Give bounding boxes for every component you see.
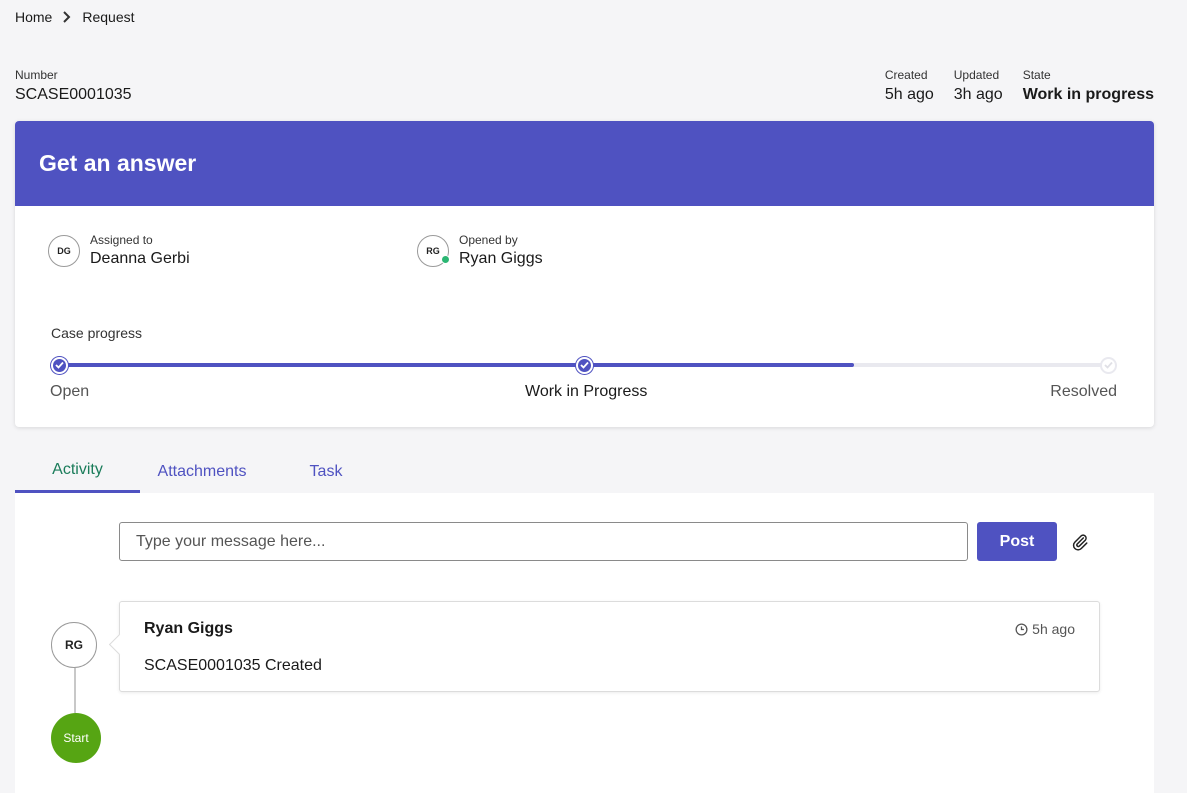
online-status-icon (441, 254, 450, 264)
timeline-start-marker: Start (51, 713, 101, 763)
assigned-label: Assigned to (90, 233, 153, 247)
timeline-connector (74, 668, 76, 713)
created-block: Created 5h ago (885, 68, 934, 104)
tab-task[interactable]: Task (264, 450, 388, 493)
case-card: Get an answer DG Assigned to Deanna Gerb… (15, 121, 1154, 427)
created-value: 5h ago (884, 86, 934, 103)
activity-entry: Ryan Giggs 5h ago SCASE0001035 Created (119, 601, 1100, 692)
entry-text: SCASE0001035 Created (144, 657, 322, 674)
updated-value: 3h ago (953, 86, 1003, 103)
state-block: State Work in progress (1023, 68, 1154, 104)
case-number-label: Number (15, 68, 58, 82)
created-label: Created (884, 68, 928, 82)
case-card-header: Get an answer (15, 121, 1154, 206)
avatar: RG (51, 622, 97, 668)
opened-by: RG Opened by Ryan Giggs (417, 233, 543, 268)
step-open-check-icon (51, 356, 68, 374)
assigned-name: Deanna Gerbi (90, 250, 190, 267)
case-number: SCASE0001035 (15, 86, 132, 103)
paperclip-icon[interactable] (1069, 531, 1091, 553)
case-title: Get an answer (39, 150, 197, 176)
step-resolved-check-icon (1100, 356, 1117, 374)
step-wip-check-icon (576, 356, 593, 374)
breadcrumb-home-link[interactable]: Home (15, 9, 52, 25)
clock-icon (1015, 622, 1028, 636)
tab-attachments[interactable]: Attachments (140, 450, 264, 493)
assigned-to: DG Assigned to Deanna Gerbi (48, 233, 190, 268)
step-resolved-label: Resolved (1050, 383, 1117, 400)
step-wip-label: Work in Progress (525, 383, 648, 400)
tab-bar: Activity Attachments Task (15, 450, 388, 493)
step-open-label: Open (50, 383, 90, 400)
avatar-initials: RG (426, 245, 440, 256)
updated-label: Updated (953, 68, 1000, 82)
entry-time: 5h ago (1015, 621, 1075, 637)
state-label: State (1022, 68, 1051, 82)
chevron-right-icon (52, 8, 82, 26)
opened-label: Opened by (459, 233, 518, 247)
avatar-initials: DG (57, 245, 71, 256)
opened-name: Ryan Giggs (459, 250, 543, 267)
case-meta: Created 5h ago Updated 3h ago State Work… (885, 68, 1154, 104)
tab-activity[interactable]: Activity (15, 450, 140, 493)
avatar: DG (48, 234, 80, 267)
case-progress-title: Case progress (51, 325, 143, 341)
state-value: Work in progress (1022, 86, 1154, 103)
entry-time-text: 5h ago (1032, 621, 1075, 637)
progress-fill (67, 363, 854, 367)
breadcrumb-current: Request (82, 9, 135, 25)
avatar: RG (417, 234, 450, 267)
opened-text: Opened by Ryan Giggs (459, 233, 543, 268)
breadcrumb: Home Request (15, 8, 135, 26)
avatar-initials: RG (65, 638, 83, 652)
message-input[interactable] (119, 522, 968, 561)
timeline-start-label: Start (63, 731, 89, 745)
updated-block: Updated 3h ago (954, 68, 1003, 104)
assigned-text: Assigned to Deanna Gerbi (90, 233, 190, 268)
case-number-block: Number SCASE0001035 (15, 68, 132, 104)
entry-author: Ryan Giggs (144, 620, 233, 637)
activity-panel: Post RG Start Ryan Giggs 5h ago SCASE000… (15, 493, 1154, 793)
post-button[interactable]: Post (977, 522, 1057, 561)
